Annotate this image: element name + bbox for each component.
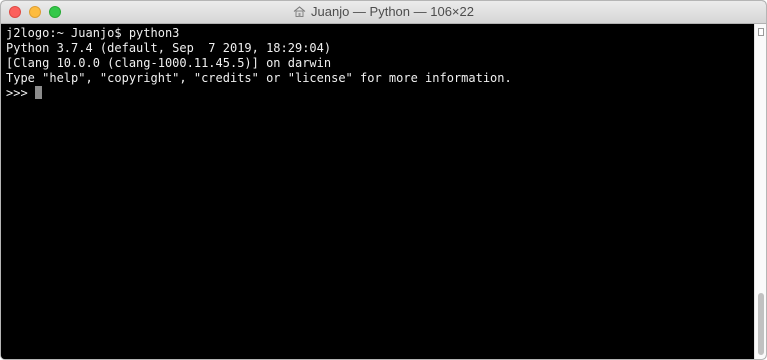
terminal-window: Juanjo — Python — 106×22 j2logo:~ Juanjo… [0,0,767,360]
scroll-marker-icon [758,28,764,36]
window-title-container: Juanjo — Python — 106×22 [1,1,766,23]
terminal-line: Type "help", "copyright", "credits" or "… [6,71,512,85]
prompt-line[interactable]: >>> [6,86,754,101]
terminal-output[interactable]: j2logo:~ Juanjo$ python3 Python 3.7.4 (d… [1,24,754,359]
terminal-line: Python 3.7.4 (default, Sep 7 2019, 18:29… [6,41,332,55]
vertical-scrollbar[interactable] [754,24,766,359]
home-folder-icon [293,6,306,17]
terminal-line: [Clang 10.0.0 (clang-1000.11.45.5)] on d… [6,56,332,70]
terminal-line: j2logo:~ Juanjo$ python3 [6,26,180,40]
python-prompt: >>> [6,86,28,100]
scrollbar-thumb[interactable] [758,293,764,355]
title-bar[interactable]: Juanjo — Python — 106×22 [1,1,766,24]
text-cursor [34,86,42,99]
window-title: Juanjo — Python — 106×22 [311,4,474,19]
